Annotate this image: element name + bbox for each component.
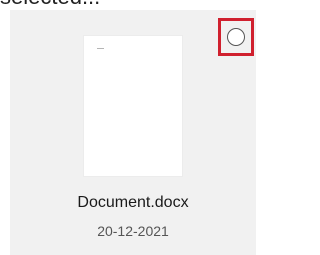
- clipped-header-text: selected...: [0, 0, 200, 8]
- select-checkbox-highlight[interactable]: [218, 18, 254, 56]
- document-thumbnail: [84, 36, 182, 176]
- file-date: 20-12-2021: [97, 223, 169, 239]
- file-picker-page: selected... Document.docx 20-12-2021: [0, 0, 262, 255]
- file-tile[interactable]: Document.docx 20-12-2021: [10, 10, 256, 255]
- circle-checkbox-icon[interactable]: [227, 28, 245, 46]
- file-name: Document.docx: [77, 194, 189, 211]
- thumbnail-text-line: [97, 48, 104, 49]
